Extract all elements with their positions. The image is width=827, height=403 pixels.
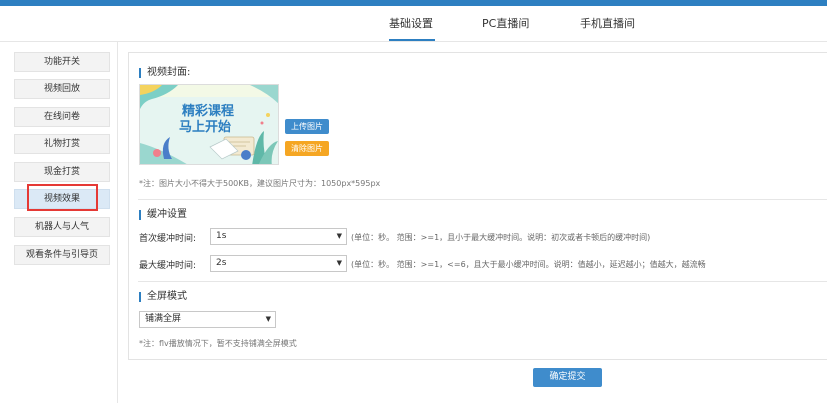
chevron-down-icon: ▼ (265, 315, 271, 323)
upload-image-button[interactable]: 上传图片 (285, 119, 329, 134)
cover-image-line2: 马上开始 (179, 120, 232, 135)
chevron-down-icon: ▼ (336, 259, 342, 267)
fullscreen-mode-value: 铺满全屏 (145, 314, 182, 324)
tab-pc-live-room[interactable]: PC直播间 (482, 15, 529, 31)
first-buffer-value: 1s (216, 231, 227, 241)
first-buffer-label: 首次缓冲时间: (139, 234, 197, 244)
fullscreen-section-title: 全屏模式 (139, 292, 187, 302)
first-buffer-select[interactable]: 1s ▼ (210, 228, 347, 245)
cover-size-note: *注：图片大小不得大于500KB，建议图片尺寸为：1050px*595px (139, 179, 381, 188)
fullscreen-mode-select[interactable]: 铺满全屏 ▼ (139, 311, 276, 328)
first-buffer-hint: (单位：秒。 范围：>=1，且小于最大缓冲时间。说明：初次或者卡顿后的缓冲时间) (351, 233, 651, 242)
sidebar-item-gift-reward[interactable]: 礼物打赏 (14, 134, 110, 154)
tab-mobile-live-room[interactable]: 手机直播间 (580, 15, 635, 31)
chevron-down-icon: ▼ (336, 232, 342, 240)
confirm-submit-button[interactable]: 确定提交 (533, 368, 602, 387)
max-buffer-select[interactable]: 2s ▼ (210, 255, 347, 272)
tab-bar: 基础设置 PC直播间 手机直播间 (0, 6, 827, 42)
sidebar-item-cash-reward[interactable]: 现金打赏 (14, 162, 110, 182)
highlight-annotation-box (27, 184, 98, 211)
sidebar-item-video-replay[interactable]: 视频回放 (14, 79, 110, 99)
max-buffer-value: 2s (216, 258, 227, 268)
sidebar-item-robot-popularity[interactable]: 机器人与人气 (14, 217, 110, 237)
sidebar-item-online-survey[interactable]: 在线问卷 (14, 107, 110, 127)
sidebar-item-feature-switch[interactable]: 功能开关 (14, 52, 110, 72)
tab-basic-settings[interactable]: 基础设置 (389, 15, 433, 31)
section-divider (138, 281, 827, 282)
fullscreen-note: *注：flv播放情况下，暂不支持铺满全屏模式 (139, 339, 297, 348)
max-buffer-hint: (单位：秒。 范围：>=1，<=6，且大于最小缓冲时间。说明：值越小，延迟越小；… (351, 260, 706, 269)
buffer-section-title: 缓冲设置 (139, 210, 187, 220)
max-buffer-label: 最大缓冲时间: (139, 261, 197, 271)
cover-image: 精彩课程 马上开始 (139, 84, 279, 165)
clear-image-button[interactable]: 清除图片 (285, 141, 329, 156)
sidebar-item-viewing-conditions[interactable]: 观看条件与引导页 (14, 245, 110, 265)
section-divider (138, 199, 827, 200)
active-tab-indicator (389, 39, 435, 41)
cover-section-title: 视频封面: (139, 68, 190, 78)
